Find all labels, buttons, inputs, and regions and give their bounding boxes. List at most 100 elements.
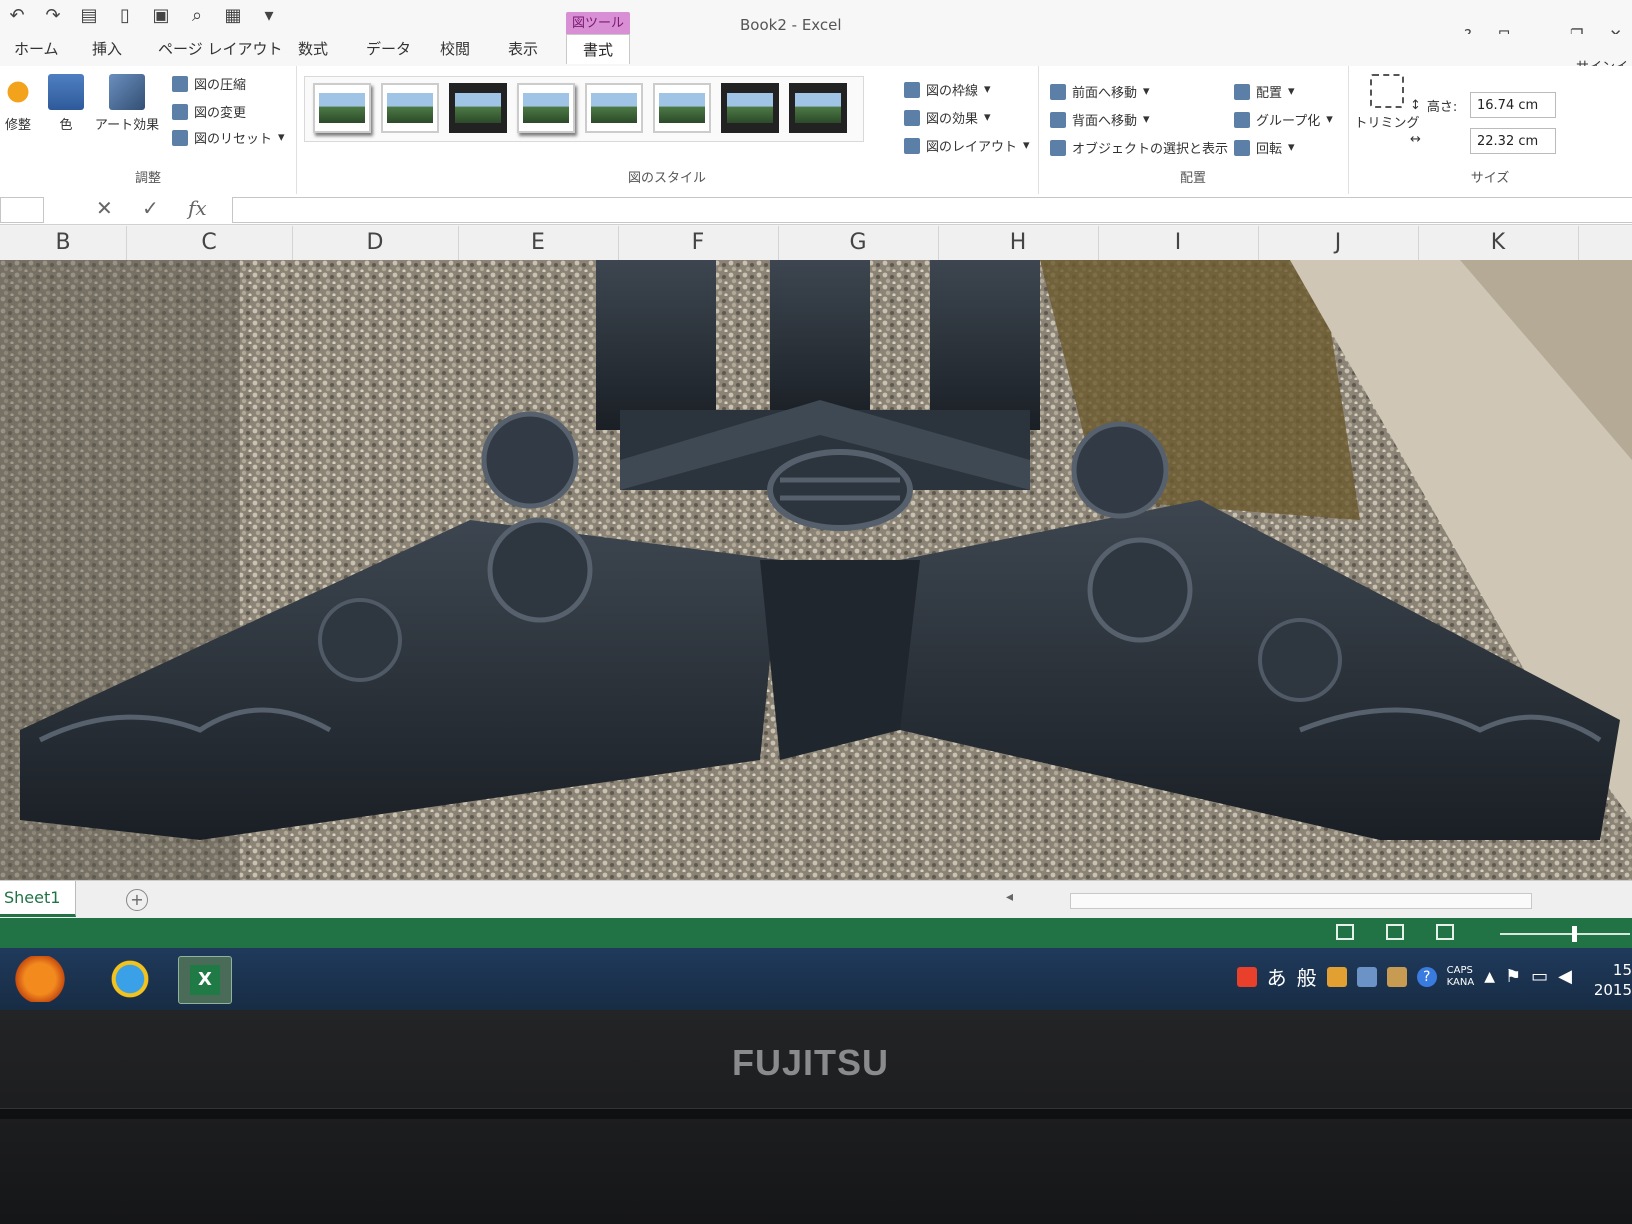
normal-view-icon[interactable] [1336,924,1354,940]
clipboard-icon[interactable]: ▦ [222,6,244,26]
horizontal-scrollbar[interactable] [1070,893,1532,909]
confirm-entry-icon[interactable]: ✓ [142,196,159,220]
name-box[interactable] [0,197,44,223]
column-header-g[interactable]: G [778,226,939,260]
picture-style-2[interactable] [381,83,439,133]
tab-view[interactable]: 表示 [508,38,538,59]
customize-qat-icon[interactable]: ▾ [258,6,280,26]
formula-input[interactable] [232,197,1632,223]
inserted-photo[interactable] [0,260,1632,880]
save-icon[interactable]: ▣ [150,6,172,26]
tab-insert[interactable]: 挿入 [92,38,122,59]
column-header-h[interactable]: H [938,226,1099,260]
corrections-button[interactable]: 修整 [0,74,36,133]
dropdown-icon: ▾ [1143,112,1150,127]
tab-data[interactable]: データ [366,38,411,59]
picture-style-6[interactable] [653,83,711,133]
height-label: ↕ 高さ: [1410,98,1458,115]
tab-format[interactable]: 書式 [566,34,631,64]
change-picture-button[interactable]: 図の変更 [172,102,246,121]
print-preview-icon[interactable]: ⌕ [186,6,208,26]
media-player-icon[interactable] [14,956,66,1002]
zoom-slider-knob[interactable] [1572,926,1577,942]
sheet-tab-sheet1[interactable]: Sheet1 [0,881,76,917]
column-header-d[interactable]: D [292,226,459,260]
picture-style-4[interactable] [517,83,575,133]
ime-tool-icon[interactable] [1326,966,1347,987]
rotate-button[interactable]: 回転 ▾ [1234,138,1295,157]
dropdown-icon: ▾ [1288,140,1295,155]
reset-picture-button[interactable]: 図のリセット ▾ [172,128,285,147]
column-header-b[interactable]: B [0,226,127,260]
height-field[interactable]: 16.74 cm [1470,92,1556,118]
picture-style-1[interactable] [313,83,371,133]
laptop-hinge [0,1108,1632,1119]
artistic-effects-button[interactable]: アート効果 [92,74,162,133]
dropdown-icon: ▾ [984,82,991,97]
zoom-slider[interactable] [1500,926,1630,942]
ime-toolbar-icon[interactable] [1236,966,1257,987]
column-header-f[interactable]: F [618,226,779,260]
cancel-entry-icon[interactable]: ✕ [96,196,113,220]
width-icon: ↔ [1410,132,1421,147]
taskbar-clock[interactable]: 15 2015 [1594,960,1632,1000]
column-header-j[interactable]: J [1258,226,1419,260]
column-header-e[interactable]: E [458,226,619,260]
picture-styles-gallery[interactable] [304,76,864,142]
page-layout-view-icon[interactable] [1386,924,1404,940]
windows-taskbar: X あ 般 ? CAPS KANA ▲ ⚑ ▭ ◀ 15 2015 [0,948,1632,1010]
group-button[interactable]: グループ化 ▾ [1234,110,1333,129]
page-break-preview-icon[interactable] [1436,924,1454,940]
internet-explorer-icon[interactable] [104,956,156,1002]
column-header-k[interactable]: K [1418,226,1579,260]
title-bar: ↶ ↷ ▤ ▯ ▣ ⌕ ▦ ▾ 図ツール Book2 - Excel ? ⊡ –… [0,0,1632,44]
picture-style-8[interactable] [789,83,847,133]
tab-page-layout[interactable]: ページ レイアウト [158,38,282,59]
picture-style-3[interactable] [449,83,507,133]
picture-border-button[interactable]: 図の枠線 ▾ [904,80,991,99]
show-hidden-icons-icon[interactable]: ▲ [1484,969,1495,985]
ime-dictionary-icon[interactable] [1386,966,1407,987]
insert-function-icon[interactable]: fx [188,196,207,220]
picture-effects-icon [904,109,920,126]
redo-icon[interactable]: ↷ [42,6,64,26]
column-header-c[interactable]: C [126,226,293,260]
volume-icon[interactable]: ◀ [1558,966,1572,987]
status-bar [0,918,1632,948]
color-button[interactable]: 色 [46,74,86,133]
action-center-icon[interactable]: ⚑ [1505,966,1521,987]
picture-styles-group: 図の枠線 ▾ 図の効果 ▾ 図のレイアウト ▾ 図のスタイル [296,66,1039,194]
picture-effects-button[interactable]: 図の効果 ▾ [904,108,991,127]
tab-review[interactable]: 校閲 [440,38,470,59]
help-circle-icon[interactable]: ? [1416,966,1437,987]
tab-formulas[interactable]: 数式 [298,38,328,59]
brand-logo: FUJITSU [732,1042,890,1083]
arrange-group: 前面へ移動 ▾ 背面へ移動 ▾ オブジェクトの選択と表示 配置 ▾ グループ化 … [1038,66,1349,194]
width-field[interactable]: 22.32 cm [1470,128,1556,154]
ime-hiragana-indicator[interactable]: あ [1267,962,1287,991]
network-icon[interactable]: ▭ [1531,966,1548,987]
undo-icon[interactable]: ↶ [6,6,28,26]
crop-icon [1370,74,1404,108]
adjust-group: 修整 色 アート効果 図の圧縮 図の変更 図のリセット ▾ 調整 [0,66,297,194]
picture-style-7[interactable] [721,83,779,133]
picture-styles-group-label: 図のスタイル [627,171,706,186]
send-backward-button[interactable]: 背面へ移動 ▾ [1050,110,1150,129]
sun-icon [0,74,36,110]
bring-forward-button[interactable]: 前面へ移動 ▾ [1050,82,1150,101]
scroll-left-icon[interactable]: ◂ [1006,889,1013,905]
ime-mode-indicator[interactable]: 般 [1297,962,1317,991]
new-document-icon[interactable]: ▯ [114,6,136,26]
compress-pictures-button[interactable]: 図の圧縮 [172,74,246,93]
ime-pad-icon[interactable] [1356,966,1377,987]
excel-taskbar-icon[interactable]: X [178,956,232,1004]
send-backward-icon [1050,111,1066,128]
open-folder-icon[interactable]: ▤ [78,6,100,26]
align-button[interactable]: 配置 ▾ [1234,82,1295,101]
picture-layout-button[interactable]: 図のレイアウト ▾ [904,136,1030,155]
new-sheet-button[interactable]: + [126,889,148,911]
selection-pane-button[interactable]: オブジェクトの選択と表示 [1050,138,1228,157]
tab-home[interactable]: ホーム [14,38,59,59]
picture-style-5[interactable] [585,83,643,133]
column-header-i[interactable]: I [1098,226,1259,260]
